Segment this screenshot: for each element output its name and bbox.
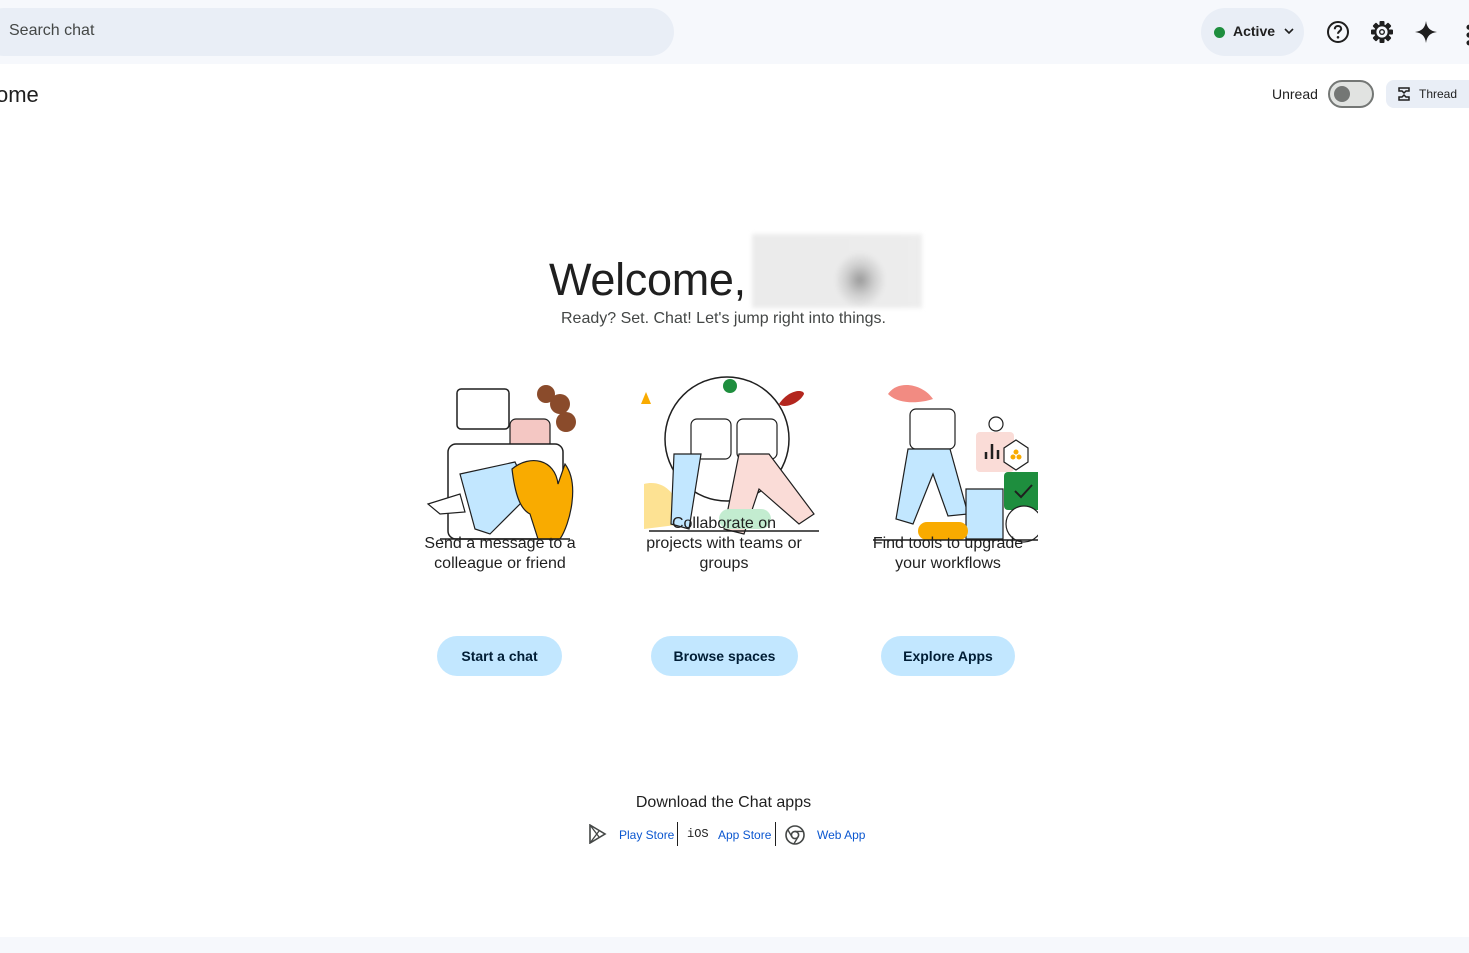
browse-spaces-button[interactable]: Browse spaces bbox=[651, 636, 798, 676]
status-dot bbox=[1214, 27, 1225, 38]
card-description-line: Send a message to a bbox=[424, 535, 576, 552]
apps-grid-icon[interactable] bbox=[1458, 22, 1469, 48]
app-store-link[interactable]: App Store bbox=[718, 828, 771, 842]
chrome-icon bbox=[785, 825, 805, 845]
card-start-chat: Send a message to a colleague or friend … bbox=[385, 374, 615, 676]
bottom-bar bbox=[0, 937, 1469, 953]
explore-apps-button[interactable]: Explore Apps bbox=[881, 636, 1015, 676]
card-description-line: your workflows bbox=[895, 555, 1001, 572]
welcome-heading: Welcome, bbox=[549, 254, 746, 305]
card-description: Find tools to upgrade your workflows bbox=[833, 534, 1063, 574]
redacted-user-name bbox=[752, 234, 922, 308]
search-input[interactable]: Search chat bbox=[9, 22, 94, 40]
start-chat-button[interactable]: Start a chat bbox=[437, 636, 562, 676]
chevron-down-icon bbox=[1284, 28, 1294, 35]
download-title: Download the Chat apps bbox=[635, 794, 812, 811]
card-description: Send a message to a colleague or friend bbox=[385, 534, 615, 574]
unread-toggle[interactable] bbox=[1328, 80, 1374, 108]
play-store-icon bbox=[589, 824, 607, 844]
card-description-line: Find tools to upgrade bbox=[872, 535, 1024, 552]
card-browse-spaces: Collaborate on projects with teams or gr… bbox=[609, 374, 839, 676]
status-button[interactable]: Active bbox=[1201, 8, 1304, 56]
settings-icon[interactable] bbox=[1369, 19, 1395, 45]
ios-label: iOS bbox=[687, 827, 709, 841]
page-title: ome bbox=[0, 82, 39, 107]
thread-icon bbox=[1398, 87, 1410, 101]
thread-button[interactable]: Thread bbox=[1386, 80, 1469, 108]
welcome-subtitle: Ready? Set. Chat! Let's jump right into … bbox=[560, 310, 886, 327]
apps-illustration bbox=[873, 384, 1038, 543]
card-description-line: projects with teams or bbox=[646, 535, 802, 552]
search-bar[interactable]: Search chat bbox=[0, 8, 674, 56]
card-description-line: Collaborate on bbox=[671, 515, 777, 532]
status-label: Active bbox=[1233, 23, 1276, 39]
help-icon[interactable] bbox=[1325, 19, 1351, 45]
unread-label: Unread bbox=[1272, 86, 1318, 102]
download-links: Play Store iOS App Store Web App bbox=[585, 822, 885, 848]
top-bar: Search chat Active bbox=[0, 0, 1469, 64]
gemini-sparkle-icon[interactable] bbox=[1413, 19, 1439, 45]
card-description-line: colleague or friend bbox=[434, 555, 566, 572]
divider bbox=[677, 822, 678, 846]
divider bbox=[775, 822, 776, 846]
card-description-line: groups bbox=[699, 555, 749, 572]
main-panel: ome Unread Thread Welcome, Ready? Set. C… bbox=[0, 64, 1469, 937]
play-store-link[interactable]: Play Store bbox=[619, 828, 674, 842]
thread-label: Thread bbox=[1419, 87, 1458, 101]
card-explore-apps: Find tools to upgrade your workflows Exp… bbox=[833, 374, 1063, 676]
card-description: Collaborate on projects with teams or gr… bbox=[609, 514, 839, 574]
toggle-knob bbox=[1334, 86, 1350, 102]
chat-illustration bbox=[426, 385, 576, 540]
web-app-link[interactable]: Web App bbox=[817, 828, 865, 842]
